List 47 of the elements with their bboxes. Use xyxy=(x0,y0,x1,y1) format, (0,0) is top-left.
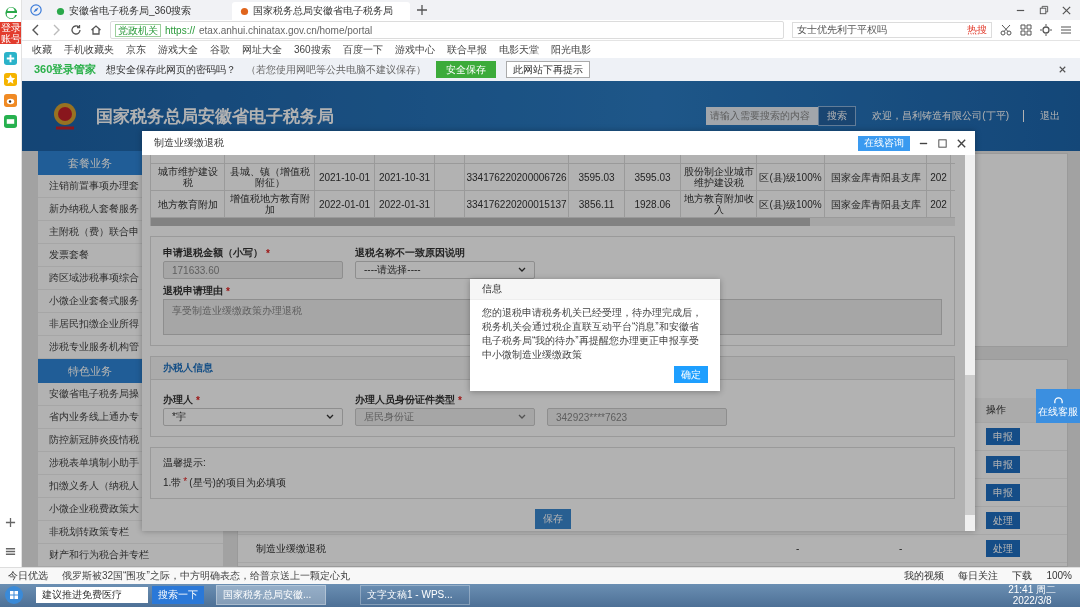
required-mark: * xyxy=(266,247,270,259)
table-cell: 1928.06 xyxy=(625,191,681,217)
column-header: 操作 xyxy=(986,403,1007,417)
tip-text: 1.带 xyxy=(163,476,182,490)
table-cell: 202 xyxy=(927,164,951,190)
table-cell: 国家金库青阳县支库 xyxy=(825,164,927,190)
tab-title: 国家税务总局安徽省电子税务局 xyxy=(253,4,393,18)
required-mark: * xyxy=(458,394,462,406)
table-cell: 地方教育附加 xyxy=(151,191,225,217)
table-cell: 2021-10-31 xyxy=(375,164,435,190)
tab-title: 安徽省电子税务局_360搜索 xyxy=(69,4,192,18)
required-mark: * xyxy=(196,394,200,406)
table-cell: 3856.11 xyxy=(569,191,625,217)
table-cell: 202 xyxy=(927,191,951,217)
table-cell: 3595.03 xyxy=(569,164,625,190)
table-cell: 地方教育附加收入 xyxy=(681,191,757,217)
table-cell: 区(县)级100% xyxy=(757,191,825,217)
table-cell: 2022-01-01 xyxy=(315,191,375,217)
table-cell: 334176220200006726 xyxy=(465,164,569,190)
tips-title: 温馨提示: xyxy=(163,456,207,470)
table-cell: 2022-01-31 xyxy=(375,191,435,217)
table-cell: 3595.03 xyxy=(625,164,681,190)
field-label: 退税名称不一致原因说明 xyxy=(355,246,465,260)
field-label: 办理人员身份证件类型 xyxy=(355,393,455,407)
table-cell: 制造业缓缴退税 xyxy=(256,542,326,554)
clock-date: 2022/3/8 xyxy=(1012,595,1052,607)
welcome-text: 欢迎，昌利铸造有限公司(丁平) xyxy=(872,109,1009,123)
table-cell: 股份制企业城市维护建设税 xyxy=(681,164,757,190)
site-title: 国家税务总局安徽省电子税务局 xyxy=(96,105,334,128)
password-question: 想安全保存此网页的密码吗？ xyxy=(106,62,237,77)
table-cell: 334176220200015137 xyxy=(465,191,569,217)
field-label: 办理人 xyxy=(163,393,193,407)
brand-label: 360登录管家 xyxy=(34,62,97,77)
required-mark: * xyxy=(183,476,188,489)
password-note: （若您使用网吧等公共电脑不建议保存） xyxy=(246,62,427,77)
table-cell: 增值税地方教育附加 xyxy=(225,191,315,217)
modal-title: 信息 xyxy=(470,279,720,300)
table-cell: - xyxy=(796,543,800,554)
table-cell: 区(县)级100% xyxy=(757,164,825,190)
required-mark: * xyxy=(226,285,230,297)
table-cell: 2021-10-01 xyxy=(315,164,375,190)
table-cell: 国家金库青阳县支库 xyxy=(825,191,927,217)
dialog-title: 制造业缓缴退税 xyxy=(154,136,224,150)
clock-time: 21:41 周二 xyxy=(1008,584,1056,596)
table-cell: 城市维护建设税 xyxy=(151,164,225,190)
table-cell: 县城、镇（增值税附征） xyxy=(225,164,315,190)
table-cell: - xyxy=(899,543,903,554)
